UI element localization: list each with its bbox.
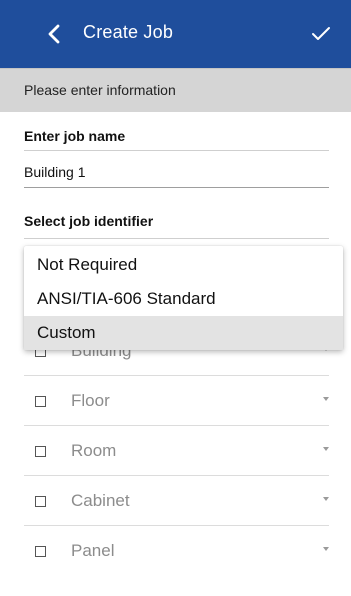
caret-down-icon[interactable]	[323, 397, 329, 401]
dropdown-option-not-required[interactable]: Not Required	[24, 248, 343, 282]
caret-down-icon[interactable]	[323, 547, 329, 551]
caret-down-icon[interactable]	[323, 447, 329, 451]
identifier-row-panel[interactable]: Panel	[24, 526, 329, 576]
checkmark-icon	[312, 27, 330, 40]
job-name-input[interactable]	[24, 160, 329, 184]
identifier-field-label: Cabinet	[71, 491, 130, 510]
identifier-row-floor[interactable]: Floor	[24, 376, 329, 426]
identifier-field-label: Room	[71, 441, 117, 460]
checkbox[interactable]	[35, 546, 46, 557]
checkbox[interactable]	[35, 396, 46, 407]
info-banner: Please enter information	[0, 68, 351, 112]
chevron-left-icon	[48, 24, 60, 44]
input-underline	[24, 187, 329, 188]
job-identifier-label: Select job identifier	[24, 213, 154, 229]
job-name-label: Enter job name	[24, 128, 126, 144]
identifier-field-label: Panel	[71, 541, 115, 560]
confirm-button[interactable]	[307, 20, 335, 48]
dropdown-option-ansi-tia-606[interactable]: ANSI/TIA-606 Standard	[24, 282, 343, 316]
identifier-select-underline[interactable]	[24, 238, 329, 239]
divider	[24, 150, 329, 151]
caret-down-icon[interactable]	[323, 497, 329, 501]
identifier-dropdown-menu: Not Required ANSI/TIA-606 Standard Custo…	[24, 246, 343, 350]
identifier-field-label: Floor	[71, 391, 110, 410]
checkbox[interactable]	[35, 446, 46, 457]
page-title: Create Job	[83, 22, 174, 42]
info-banner-text: Please enter information	[24, 82, 176, 98]
dropdown-option-custom[interactable]: Custom	[24, 316, 343, 350]
checkbox[interactable]	[35, 496, 46, 507]
identifier-row-cabinet[interactable]: Cabinet	[24, 476, 329, 526]
back-button[interactable]	[40, 20, 68, 48]
app-bar: Create Job	[0, 0, 351, 68]
identifier-row-room[interactable]: Room	[24, 426, 329, 476]
